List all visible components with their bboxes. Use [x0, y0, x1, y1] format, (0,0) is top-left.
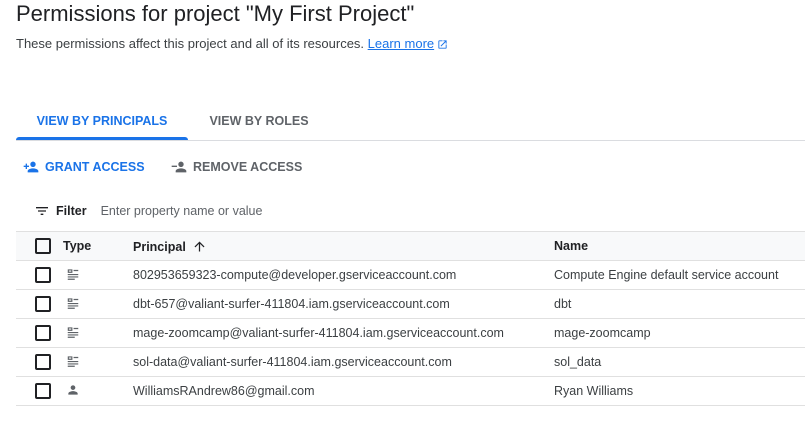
service-account-icon [66, 354, 80, 371]
person-add-icon [23, 161, 39, 173]
service-account-icon [66, 296, 80, 313]
row-checkbox[interactable] [35, 383, 51, 399]
row-select-cell [16, 260, 63, 290]
type-cell [63, 318, 133, 348]
type-cell [63, 347, 133, 377]
row-checkbox[interactable] [35, 296, 51, 312]
service-account-icon [66, 267, 80, 284]
service-account-icon [66, 325, 80, 342]
tab-view-by-roles[interactable]: VIEW BY ROLES [188, 104, 330, 139]
principal-column-header[interactable]: Principal [133, 231, 554, 261]
table-row[interactable]: WilliamsRAndrew86@gmail.com Ryan Williams [16, 376, 805, 406]
row-checkbox[interactable] [35, 354, 51, 370]
principal-cell: dbt-657@valiant-surfer-411804.iam.gservi… [133, 289, 554, 319]
person-icon [66, 383, 80, 400]
arrow-upward-icon [194, 241, 205, 251]
row-select-cell [16, 347, 63, 377]
subtitle-text: These permissions affect this project an… [16, 36, 365, 51]
page-title: Permissions for project "My First Projec… [16, 1, 415, 26]
filter-label: Filter [56, 204, 87, 218]
name-cell: dbt [554, 289, 805, 319]
filter-input[interactable] [100, 204, 501, 218]
remove-access-label: REMOVE ACCESS [193, 160, 303, 174]
table-row[interactable]: 802953659323-compute@developer.gservicea… [16, 260, 805, 290]
tab-view-by-principals[interactable]: VIEW BY PRINCIPALS [16, 104, 188, 140]
filter-list-icon[interactable] [34, 203, 50, 219]
table-header-row: Type Principal Name [16, 231, 805, 261]
open-in-new-icon [438, 40, 447, 49]
table-row[interactable]: sol-data@valiant-surfer-411804.iam.gserv… [16, 347, 805, 377]
row-select-cell [16, 376, 63, 406]
learn-more-link[interactable]: Learn more [368, 36, 448, 51]
name-column-header[interactable]: Name [554, 231, 805, 261]
grant-access-button[interactable]: GRANT ACCESS [22, 156, 145, 178]
name-cell: sol_data [554, 347, 805, 377]
page-subtitle: These permissions affect this project an… [16, 36, 448, 51]
type-cell [63, 289, 133, 319]
principal-cell: 802953659323-compute@developer.gservicea… [133, 260, 554, 290]
name-cell: Compute Engine default service account [554, 260, 805, 290]
learn-more-label: Learn more [367, 36, 435, 51]
remove-access-button[interactable]: REMOVE ACCESS [170, 156, 302, 178]
row-select-cell [16, 318, 63, 348]
principal-cell: WilliamsRAndrew86@gmail.com [133, 376, 554, 406]
type-cell [63, 260, 133, 290]
select-all-cell [16, 231, 63, 261]
person-remove-icon [171, 161, 187, 173]
table-row[interactable]: mage-zoomcamp@valiant-surfer-411804.iam.… [16, 318, 805, 348]
name-cell: Ryan Williams [554, 376, 805, 406]
filter-bar: Filter [16, 199, 805, 223]
principal-header-label: Principal [133, 239, 186, 254]
principal-cell: mage-zoomcamp@valiant-surfer-411804.iam.… [133, 318, 554, 348]
select-all-checkbox[interactable] [35, 238, 51, 254]
table-row[interactable]: dbt-657@valiant-surfer-411804.iam.gservi… [16, 289, 805, 319]
name-cell: mage-zoomcamp [554, 318, 805, 348]
grant-access-label: GRANT ACCESS [45, 160, 145, 174]
principals-table: Type Principal Name 802953659323-compute… [16, 231, 805, 406]
type-cell [63, 376, 133, 406]
tab-bar: VIEW BY PRINCIPALS VIEW BY ROLES [16, 104, 805, 141]
row-checkbox[interactable] [35, 267, 51, 283]
row-select-cell [16, 289, 63, 319]
row-checkbox[interactable] [35, 325, 51, 341]
type-column-header[interactable]: Type [63, 231, 133, 261]
principal-cell: sol-data@valiant-surfer-411804.iam.gserv… [133, 347, 554, 377]
